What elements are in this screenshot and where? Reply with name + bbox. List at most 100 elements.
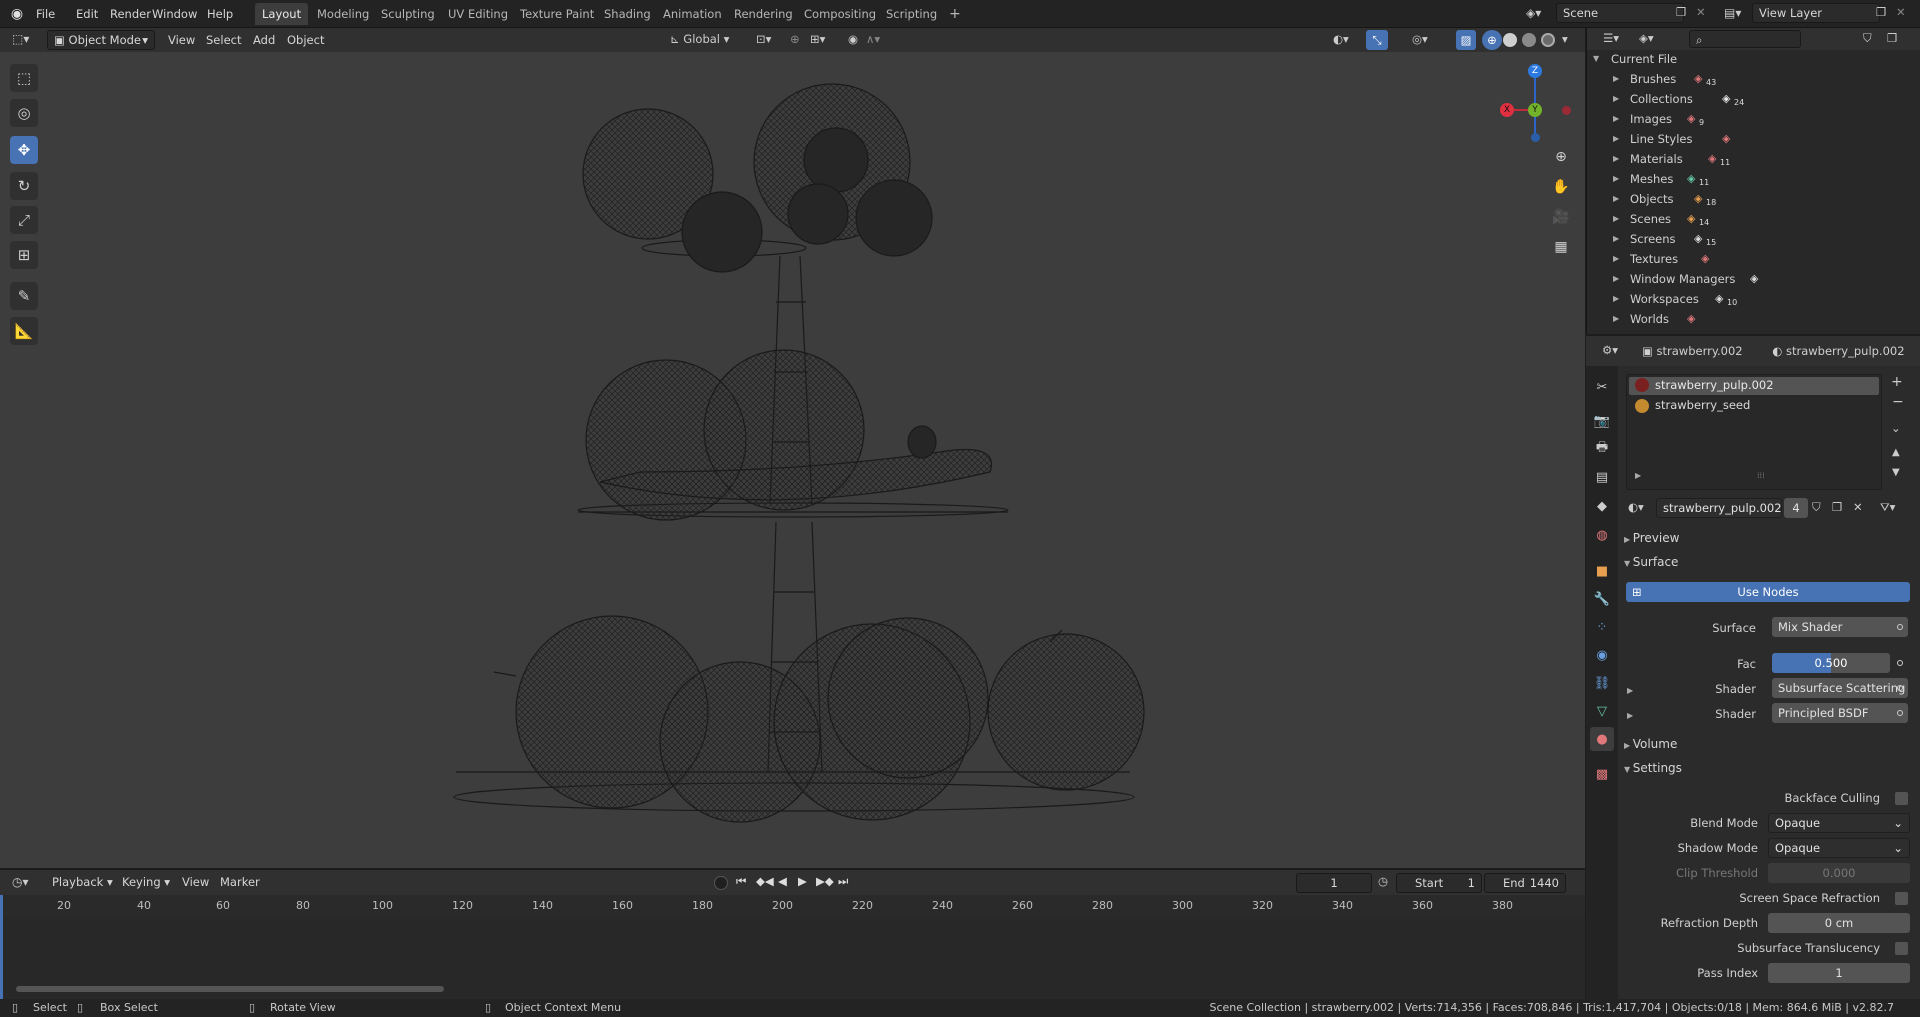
texture-tab-icon[interactable]: ▩ (1590, 762, 1614, 786)
shader-1-dropdown[interactable]: Subsurface Scattering (1772, 678, 1908, 698)
transform-orientation-dropdown[interactable]: ⊾ Global ▾ (670, 32, 729, 46)
axis-z-icon[interactable]: Z (1528, 64, 1542, 78)
outliner-item[interactable]: ▶ Worlds ◈ (1587, 309, 1920, 329)
browse-material-icon[interactable]: ◐▾ (1628, 500, 1644, 514)
rotate-tool-icon[interactable]: ↻ (10, 172, 38, 200)
proportional-edit-icon[interactable]: ◉ (848, 32, 858, 46)
collapsed-arrow-icon[interactable]: ▶ (1613, 229, 1619, 249)
material-tab-icon[interactable]: ● (1590, 727, 1614, 751)
refraction-depth-field[interactable]: 0 cm (1768, 913, 1910, 933)
shadow-mode-dropdown[interactable]: Opaque ⌄ (1768, 838, 1910, 858)
outliner-item[interactable]: ▶ Window Managers ◈ (1587, 269, 1920, 289)
outliner-item[interactable]: ▶ Materials ◈ 11 (1587, 149, 1920, 169)
navigation-gizmo[interactable]: Z Y X (1490, 60, 1580, 150)
delete-scene-icon[interactable]: ✕ (1696, 5, 1706, 19)
socket-icon[interactable] (1897, 660, 1903, 666)
view-layer-tab-icon[interactable]: ▤ (1590, 465, 1614, 489)
remove-slot-icon[interactable]: − (1892, 394, 1904, 410)
next-keyframe-icon[interactable]: ▶◆ (816, 874, 834, 888)
new-scene-icon[interactable]: ❐ (1676, 5, 1686, 19)
outliner-search-input[interactable]: ⌕ (1689, 30, 1801, 48)
tab-layout[interactable]: Layout (255, 3, 309, 25)
pass-index-field[interactable]: 1 (1768, 963, 1910, 983)
tab-animation[interactable]: Animation (656, 3, 729, 25)
outliner-item[interactable]: ▶ Collections ◈ 24 (1587, 89, 1920, 109)
tab-scripting[interactable]: Scripting (879, 3, 944, 25)
fake-user-icon[interactable]: ⛉ (1812, 500, 1821, 515)
menu-keying[interactable]: Keying ▾ (116, 872, 176, 892)
collapsed-arrow-icon[interactable]: ▶ (1613, 69, 1619, 89)
tab-uv-editing[interactable]: UV Editing (441, 3, 515, 25)
timeline-scrollbar[interactable] (16, 986, 444, 992)
filter-mode-icon[interactable]: ◈▾ (1639, 31, 1654, 45)
collapsed-arrow-icon[interactable]: ▶ (1613, 209, 1619, 229)
record-icon[interactable] (714, 876, 728, 890)
snap-target-icon[interactable]: ⊞▾ (810, 32, 825, 46)
scene-tab-icon[interactable]: ◆ (1590, 494, 1614, 518)
delete-view-layer-icon[interactable]: ✕ (1896, 5, 1906, 19)
move-up-icon[interactable]: ▲ (1892, 447, 1900, 458)
overlay-icon[interactable]: ◎▾ (1412, 32, 1428, 46)
annotate-tool-icon[interactable]: ✎ (10, 282, 38, 310)
jump-end-icon[interactable]: ⏭ (838, 874, 848, 889)
menu-file[interactable]: File (30, 4, 61, 24)
menu-playback[interactable]: Playback ▾ (46, 872, 119, 892)
collapsed-arrow-icon[interactable]: ▶ (1613, 149, 1619, 169)
collapsed-arrow-icon[interactable]: ▶ (1613, 109, 1619, 129)
outliner-root[interactable]: ▼ Current File (1587, 49, 1920, 69)
menu-view[interactable]: View (162, 30, 201, 50)
editor-type-icon[interactable]: ⬚▾ (12, 32, 29, 46)
visibility-icon[interactable]: ◐▾ (1333, 32, 1349, 46)
add-slot-icon[interactable]: + (1891, 374, 1903, 390)
clock-icon[interactable]: ◷ (1378, 874, 1388, 888)
menu-timeline-view[interactable]: View (176, 872, 215, 892)
tab-texture-paint[interactable]: Texture Paint (513, 3, 601, 25)
socket-icon[interactable] (1897, 710, 1903, 716)
axis-x-icon[interactable]: X (1500, 103, 1514, 117)
outliner-item[interactable]: ▶ Screens ◈ 15 (1587, 229, 1920, 249)
tool-tab-icon[interactable]: ✂ (1590, 375, 1614, 399)
tab-sculpting[interactable]: Sculpting (374, 3, 442, 25)
material-slot[interactable]: strawberry_seed (1629, 397, 1879, 415)
outliner-item[interactable]: ▶ Images ◈ 9 (1587, 109, 1920, 129)
blend-mode-dropdown[interactable]: Opaque ⌄ (1768, 813, 1910, 833)
unlink-material-icon[interactable]: ✕ (1853, 500, 1863, 514)
view-layer-field[interactable]: View Layer (1752, 3, 1880, 23)
display-mode-icon[interactable]: ☰▾ (1603, 31, 1619, 45)
outliner-item[interactable]: ▶ Workspaces ◈ 10 (1587, 289, 1920, 309)
scale-tool-icon[interactable]: ⤢ (10, 206, 38, 234)
section-volume[interactable]: ▶ Volume (1624, 733, 1914, 755)
camera-icon[interactable]: 🎥 (1548, 204, 1574, 230)
prev-keyframe-icon[interactable]: ◆◀ (756, 874, 774, 888)
move-tool-icon[interactable]: ✥ (10, 136, 38, 164)
render-tab-icon[interactable]: 📷 (1590, 409, 1614, 433)
ssr-checkbox[interactable] (1895, 892, 1908, 905)
world-tab-icon[interactable]: ◍ (1590, 523, 1614, 547)
transform-tool-icon[interactable]: ⊞ (10, 241, 38, 269)
use-nodes-button[interactable]: ⊞ Use Nodes (1626, 582, 1910, 602)
output-tab-icon[interactable]: 🖶 (1590, 437, 1614, 461)
socket-icon[interactable] (1897, 624, 1903, 630)
menu-help[interactable]: Help (201, 4, 239, 24)
material-shading-icon[interactable] (1522, 33, 1536, 47)
shading-options-icon[interactable]: ▾ (1562, 32, 1568, 46)
jump-start-icon[interactable]: ⏮ (736, 874, 746, 889)
solid-shading-icon[interactable] (1503, 33, 1517, 47)
modifier-tab-icon[interactable]: 🔧 (1590, 587, 1614, 611)
fac-slider[interactable]: 0.500 (1772, 653, 1890, 673)
collapsed-arrow-icon[interactable]: ▶ (1613, 129, 1619, 149)
new-view-layer-icon[interactable]: ❐ (1876, 5, 1886, 19)
mode-dropdown[interactable]: ▣ Object Mode ▾ (47, 30, 155, 50)
blender-logo-icon[interactable]: ◉ (8, 5, 26, 23)
playhead-marker[interactable] (0, 895, 3, 917)
gizmo-toggle-icon[interactable]: ⤡ (1366, 30, 1388, 50)
scene-field[interactable]: Scene (1556, 3, 1684, 23)
surface-shader-dropdown[interactable]: Mix Shader (1772, 617, 1908, 637)
material-slot-list[interactable]: strawberry_pulp.002 strawberry_seed ▶ ⁞⁞… (1626, 374, 1882, 490)
menu-marker[interactable]: Marker (214, 872, 266, 892)
current-frame-field[interactable]: 1 (1296, 873, 1372, 893)
object-tab-icon[interactable]: ■ (1590, 559, 1614, 583)
wireframe-shading-icon[interactable]: ⊕ (1482, 30, 1502, 50)
collapsed-arrow-icon[interactable]: ▶ (1613, 289, 1619, 309)
properties-editor-icon[interactable]: ⚙▾ (1602, 343, 1618, 357)
